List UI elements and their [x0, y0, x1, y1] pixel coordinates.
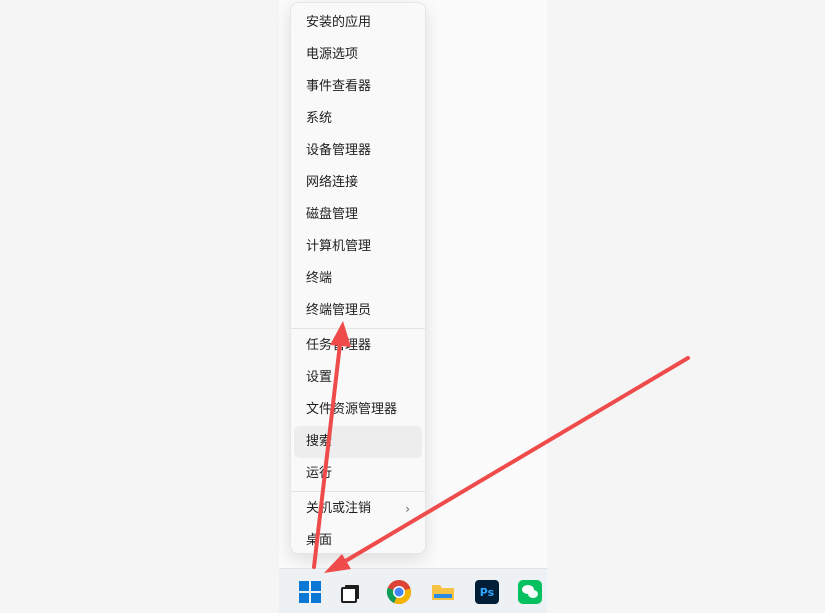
file-explorer-icon[interactable]	[428, 577, 458, 607]
menu-separator	[291, 328, 425, 329]
menu-item-network-connections[interactable]: 网络连接	[291, 167, 425, 199]
start-context-menu: 安装的应用 电源选项 事件查看器 系统 设备管理器 网络连接 磁盘管理 计算机管…	[290, 2, 426, 554]
menu-item-file-explorer[interactable]: 文件资源管理器	[291, 394, 425, 426]
menu-item-system[interactable]: 系统	[291, 103, 425, 135]
chrome-icon[interactable]	[384, 577, 414, 607]
photoshop-logo-icon: Ps	[475, 580, 499, 604]
taskbar: Ps	[279, 568, 547, 613]
windows-start-icon[interactable]	[295, 577, 325, 607]
task-view-icon[interactable]	[336, 577, 366, 607]
menu-item-event-viewer[interactable]: 事件查看器	[291, 71, 425, 103]
menu-item-terminal-admin[interactable]: 终端管理员	[291, 295, 425, 327]
task-view-glyph-icon	[341, 585, 359, 603]
menu-item-disk-management[interactable]: 磁盘管理	[291, 199, 425, 231]
menu-item-label: 关机或注销	[306, 501, 372, 516]
wechat-logo-icon	[518, 580, 542, 604]
menu-item-desktop[interactable]: 桌面	[291, 525, 425, 557]
chrome-logo-icon	[386, 580, 411, 605]
menu-item-installed-apps[interactable]: 安装的应用	[291, 7, 425, 39]
windows-logo-icon	[299, 581, 321, 603]
wechat-icon[interactable]	[515, 577, 545, 607]
menu-item-run[interactable]: 运行	[291, 458, 425, 490]
menu-item-device-manager[interactable]: 设备管理器	[291, 135, 425, 167]
menu-item-computer-management[interactable]: 计算机管理	[291, 231, 425, 263]
menu-item-shutdown-signout[interactable]: 关机或注销 ›	[291, 493, 425, 525]
photoshop-icon[interactable]: Ps	[472, 577, 502, 607]
menu-item-task-manager[interactable]: 任务管理器	[291, 330, 425, 362]
folder-glyph-icon	[432, 585, 454, 600]
desktop-page: 安装的应用 电源选项 事件查看器 系统 设备管理器 网络连接 磁盘管理 计算机管…	[0, 0, 825, 613]
chevron-right-icon: ›	[405, 502, 410, 516]
menu-item-search[interactable]: 搜索	[294, 426, 422, 458]
menu-item-settings[interactable]: 设置	[291, 362, 425, 394]
menu-item-power-options[interactable]: 电源选项	[291, 39, 425, 71]
menu-item-terminal[interactable]: 终端	[291, 263, 425, 295]
menu-separator	[291, 491, 425, 492]
